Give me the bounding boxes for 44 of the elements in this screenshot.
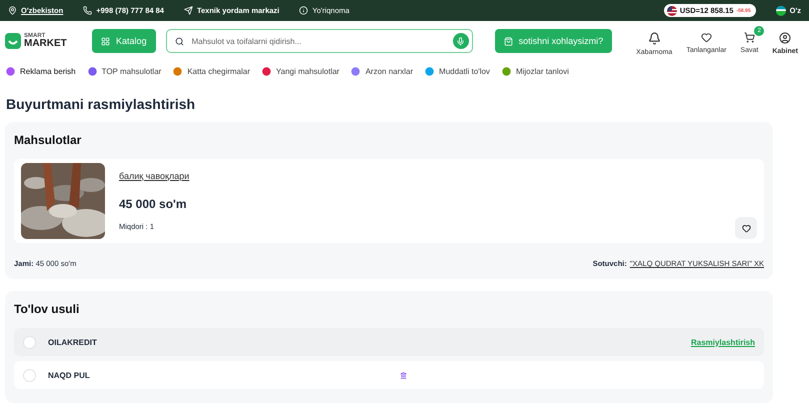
phone-icon xyxy=(83,6,92,15)
send-icon xyxy=(184,6,193,15)
payment-option[interactable]: OILAKREDIT Rasmiylashtirish xyxy=(14,328,764,356)
nav-link[interactable]: Reklama berish xyxy=(20,67,76,76)
payment-option[interactable]: NAQD PUL xyxy=(14,361,764,389)
nav-icon xyxy=(425,67,434,76)
radio-button[interactable] xyxy=(23,336,36,348)
nav-icon xyxy=(262,67,272,76)
section-title: To'lov usuli xyxy=(14,302,80,316)
microphone-button[interactable] xyxy=(452,33,469,49)
heart-icon xyxy=(742,224,750,232)
nav-link[interactable]: Arzon narxlar xyxy=(365,67,414,76)
bag-icon xyxy=(504,36,513,46)
product-price: 45 000 so'm xyxy=(119,197,188,211)
product-name-link[interactable]: балиқ чавоқлари xyxy=(119,171,190,181)
nav-icon xyxy=(351,67,360,76)
user-icon xyxy=(779,32,792,44)
info-icon xyxy=(299,6,308,15)
nav-link[interactable]: Yangi mahsulotlar xyxy=(276,67,340,76)
bell-icon xyxy=(648,32,661,45)
nav-icon xyxy=(88,67,97,76)
payment-label: OILAKREDIT xyxy=(48,338,98,346)
location-icon xyxy=(8,6,17,15)
page-title: Buyurtmani rasmiylashtirish xyxy=(6,96,196,112)
nav-link[interactable]: Mijozlar tanlovi xyxy=(516,67,569,76)
radio-button[interactable] xyxy=(23,368,36,382)
favorite-button[interactable] xyxy=(735,217,757,239)
payment-label: NAQD PUL xyxy=(48,370,91,380)
nav-link[interactable]: Muddatli to'lov xyxy=(439,67,490,76)
search-icon xyxy=(174,36,184,46)
grid-icon xyxy=(101,36,110,46)
cart-icon xyxy=(744,32,755,43)
nav-icon xyxy=(6,67,15,76)
nav-link[interactable]: TOP mahsulotlar xyxy=(102,67,162,76)
flag-icon xyxy=(666,6,677,16)
nav-icon xyxy=(173,67,182,76)
microphone-icon xyxy=(456,36,466,46)
payment-icon xyxy=(400,372,407,378)
section-title: Mahsulotlar xyxy=(14,133,82,147)
flag-icon xyxy=(776,6,786,16)
nav-link[interactable]: Katta chegirmalar xyxy=(187,67,250,76)
nav-icon xyxy=(502,67,511,76)
heart-icon xyxy=(700,32,712,43)
search-field[interactable]: Mahsulot va toifalarni qidirish... xyxy=(166,29,473,53)
